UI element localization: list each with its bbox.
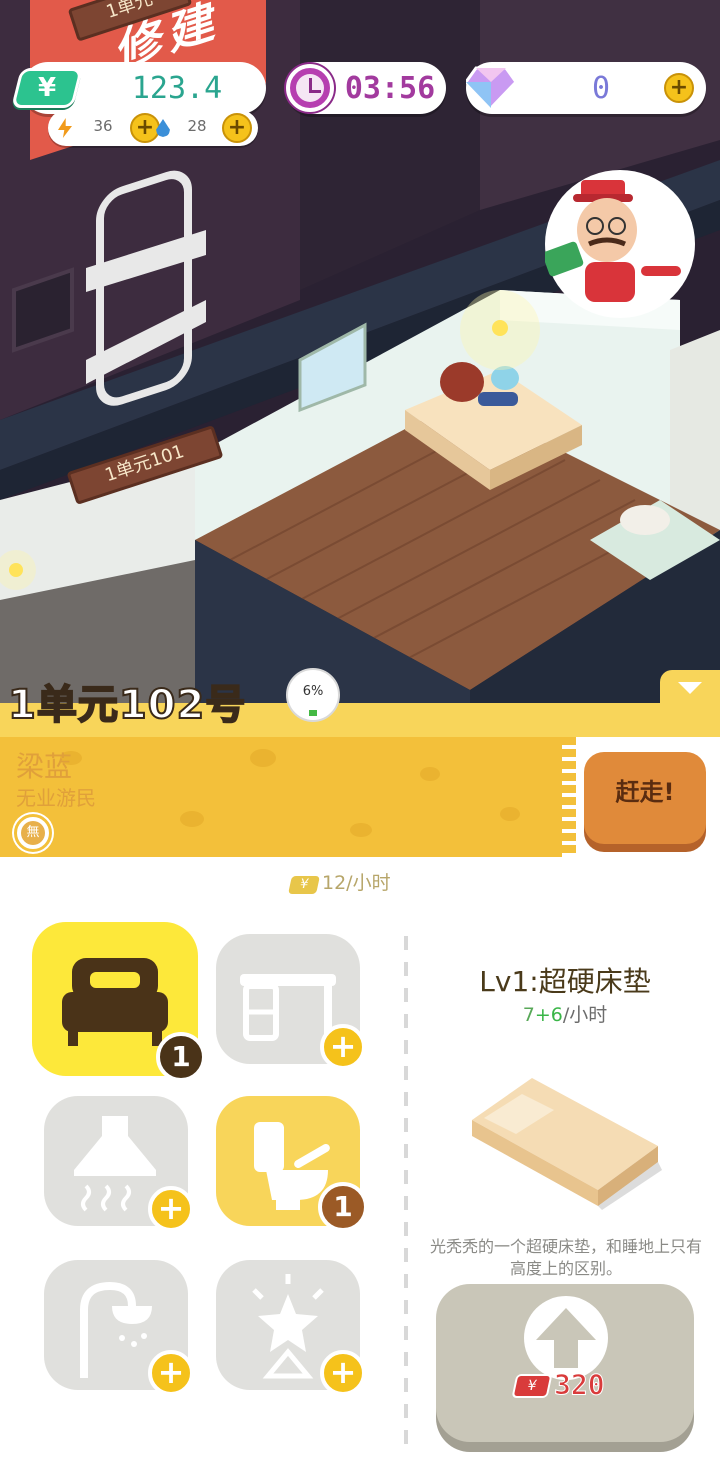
panel-divider [404, 936, 408, 1456]
rent-yen-icon: ¥ [288, 876, 320, 894]
shower-add-button[interactable]: + [148, 1350, 194, 1396]
room-title: 1单元102号 [7, 681, 247, 729]
item-title: Lv1:超硬床垫 [479, 965, 651, 998]
item-rate-bonus: +6 [534, 1004, 563, 1026]
gem-value: 0 [591, 71, 611, 106]
tenant-status-badge: 無 [14, 814, 52, 852]
collapse-panel-button[interactable] [660, 670, 720, 710]
item-rate-unit: /小时 [562, 1004, 608, 1026]
game-scene[interactable]: 修建 1单元 1单元101 ¥ 123.4 03:56 0 + 36 + 28 … [0, 0, 720, 720]
add-water-button[interactable]: + [222, 113, 252, 143]
landlord-bubble[interactable] [545, 170, 695, 318]
occupancy-bar [309, 710, 317, 716]
card-pattern-dot [420, 767, 440, 781]
tenant-status-text: 無 [21, 821, 45, 845]
furniture-slot-range-hood[interactable]: + [44, 1096, 194, 1232]
desk-add-button[interactable]: + [320, 1024, 366, 1070]
money-value: 123.4 [131, 71, 223, 106]
rent-rate-value: 12/小时 [322, 872, 391, 894]
landlord-avatar-icon [545, 180, 681, 302]
furniture-slot-decor[interactable]: + [216, 1260, 366, 1396]
card-pattern-dot [250, 749, 276, 767]
tenant-occupation: 无业游民 [16, 786, 96, 810]
furniture-slot-desk[interactable]: + [216, 934, 366, 1070]
rent-rate: ¥12/小时 [288, 868, 391, 895]
gem-counter[interactable]: 0 + [466, 62, 706, 114]
occupancy-badge: 6% [286, 668, 340, 722]
item-rate-base: 7 [522, 1004, 535, 1026]
toilet-level-badge: 1 [318, 1182, 368, 1232]
add-energy-button[interactable]: + [130, 113, 160, 143]
energy-icon [58, 118, 72, 138]
occupancy-percent: 6% [302, 684, 324, 699]
card-pattern-dot [180, 811, 204, 827]
clock-icon [286, 64, 334, 112]
upgrade-cost-value: 320 [554, 1368, 606, 1402]
upgrade-cost: ¥ 320 [511, 1368, 634, 1408]
furniture-slot-toilet[interactable]: 1 [216, 1096, 368, 1232]
resource-bar: 36 + 28 + [48, 110, 258, 146]
evict-button[interactable]: 赶走! [584, 752, 706, 844]
timer: 03:56 [286, 62, 446, 114]
furniture-slot-bed[interactable]: 1 [32, 922, 206, 1082]
decor-add-button[interactable]: + [320, 1350, 366, 1396]
bed-level-badge: 1 [156, 1032, 206, 1082]
tenant-name: 梁蓝 [16, 750, 73, 783]
energy-value: 36 [93, 117, 113, 135]
range-hood-add-button[interactable]: + [148, 1186, 194, 1232]
money-counter[interactable]: ¥ 123.4 [11, 62, 266, 114]
timer-value: 03:56 [344, 71, 436, 106]
evict-button-label: 赶走! [615, 778, 675, 806]
gem-icon [466, 66, 516, 110]
card-pattern-dot [500, 807, 520, 821]
item-description: 光秃秃的一个超硬床垫，和睡地上只有高度上的区别。 [429, 1237, 702, 1278]
tenant-card-edge [562, 737, 576, 857]
money-icon-glyph: ¥ [37, 73, 57, 103]
money-icon: ¥ [11, 68, 83, 108]
add-gems-button[interactable]: + [664, 73, 694, 103]
card-pattern-dot [350, 823, 372, 837]
water-value: 28 [187, 117, 207, 135]
cost-yen-icon: ¥ [511, 1374, 553, 1398]
upgrade-button[interactable]: ¥ 320 [436, 1284, 694, 1442]
furniture-slot-shower[interactable]: + [44, 1260, 194, 1396]
item-income-rate: 7+6/小时 [420, 1000, 710, 1027]
mattress-preview-image [472, 1078, 662, 1210]
